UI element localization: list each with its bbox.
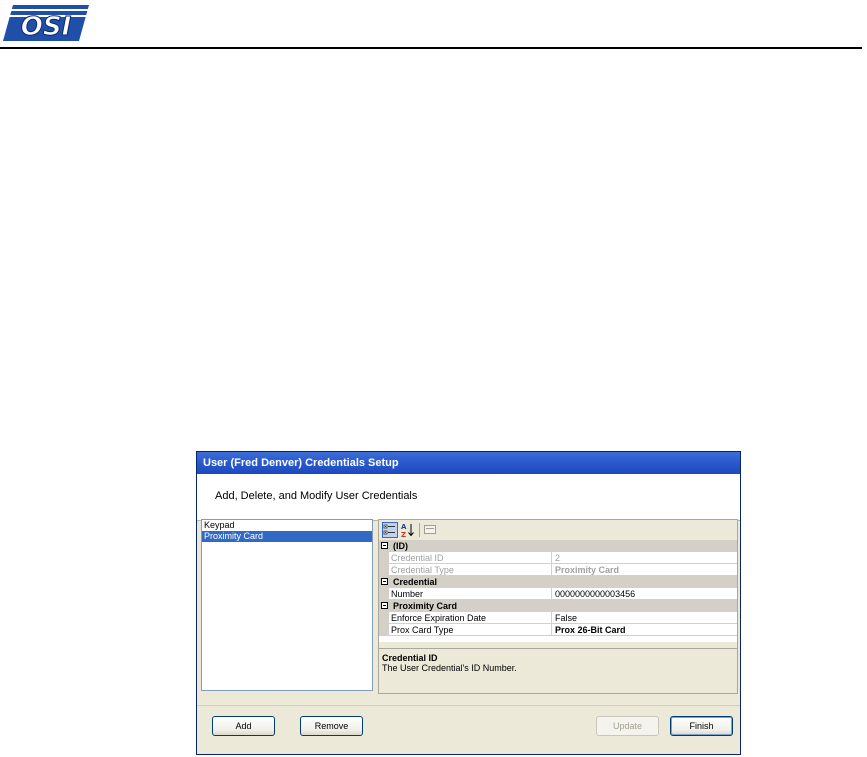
property-name: Credential ID [389, 552, 552, 564]
property-row-credential-type[interactable]: Credential Type Proximity Card [379, 564, 737, 576]
property-value-number[interactable]: 0000000000003456 [552, 588, 737, 600]
category-label: Credential [393, 577, 438, 587]
property-row-prox-card-type[interactable]: Prox Card Type Prox 26-Bit Card [379, 624, 737, 636]
collapse-icon[interactable] [381, 542, 388, 549]
dialog-title: User (Fred Denver) Credentials Setup [203, 457, 399, 469]
alphabetical-sort-icon[interactable]: A Z [400, 522, 416, 539]
property-value: 2 [552, 552, 737, 564]
category-label: Proximity Card [393, 601, 458, 611]
property-grid: A Z (ID) Credential ID 2 Credential Type… [378, 519, 738, 694]
category-id[interactable]: (ID) [379, 540, 737, 552]
list-item-proximity-card[interactable]: Proximity Card [202, 531, 372, 542]
property-name: Credential Type [389, 564, 552, 576]
logo-text: OSI [21, 12, 72, 42]
header-rule [0, 47, 862, 49]
property-row-enforce-expiration[interactable]: Enforce Expiration Date False [379, 612, 737, 624]
property-pages-icon [423, 522, 439, 538]
add-button[interactable]: Add [212, 716, 275, 736]
categorized-icon[interactable] [382, 522, 398, 538]
property-value-enforce-expiration[interactable]: False [552, 612, 737, 624]
svg-text:Z: Z [401, 531, 406, 538]
property-name: Enforce Expiration Date [389, 612, 552, 624]
list-item-keypad[interactable]: Keypad [202, 520, 372, 531]
property-description-panel: Credential ID The User Credential's ID N… [379, 648, 737, 693]
category-label: (ID) [393, 541, 408, 551]
property-value-prox-card-type[interactable]: Prox 26-Bit Card [552, 624, 737, 636]
property-name: Prox Card Type [389, 624, 552, 636]
category-credential[interactable]: Credential [379, 576, 737, 588]
credentials-setup-dialog: User (Fred Denver) Credentials Setup Add… [196, 451, 741, 755]
toolbar-separator [419, 523, 420, 537]
dialog-header-text: Add, Delete, and Modify User Credentials [215, 490, 418, 502]
credentials-list[interactable]: Keypad Proximity Card [201, 519, 373, 691]
finish-button[interactable]: Finish [670, 716, 733, 736]
collapse-icon[interactable] [381, 578, 388, 585]
category-proximity-card[interactable]: Proximity Card [379, 600, 737, 612]
collapse-icon[interactable] [381, 602, 388, 609]
dialog-title-bar[interactable]: User (Fred Denver) Credentials Setup [197, 452, 740, 474]
description-text: The User Credential's ID Number. [382, 663, 517, 673]
osi-logo: OSI [3, 4, 89, 42]
property-grid-rows: (ID) Credential ID 2 Credential Type Pro… [379, 540, 737, 642]
update-button[interactable]: Update [596, 716, 659, 736]
property-name: Number [389, 588, 552, 600]
button-divider [197, 705, 740, 706]
property-row-number[interactable]: Number 0000000000003456 [379, 588, 737, 600]
property-row-credential-id[interactable]: Credential ID 2 [379, 552, 737, 564]
dialog-header-band: Add, Delete, and Modify User Credentials [197, 474, 740, 521]
remove-button[interactable]: Remove [300, 716, 363, 736]
property-value: Proximity Card [552, 564, 737, 576]
description-title: Credential ID [382, 653, 438, 663]
svg-text:A: A [401, 523, 407, 531]
property-grid-toolbar: A Z [379, 520, 737, 540]
